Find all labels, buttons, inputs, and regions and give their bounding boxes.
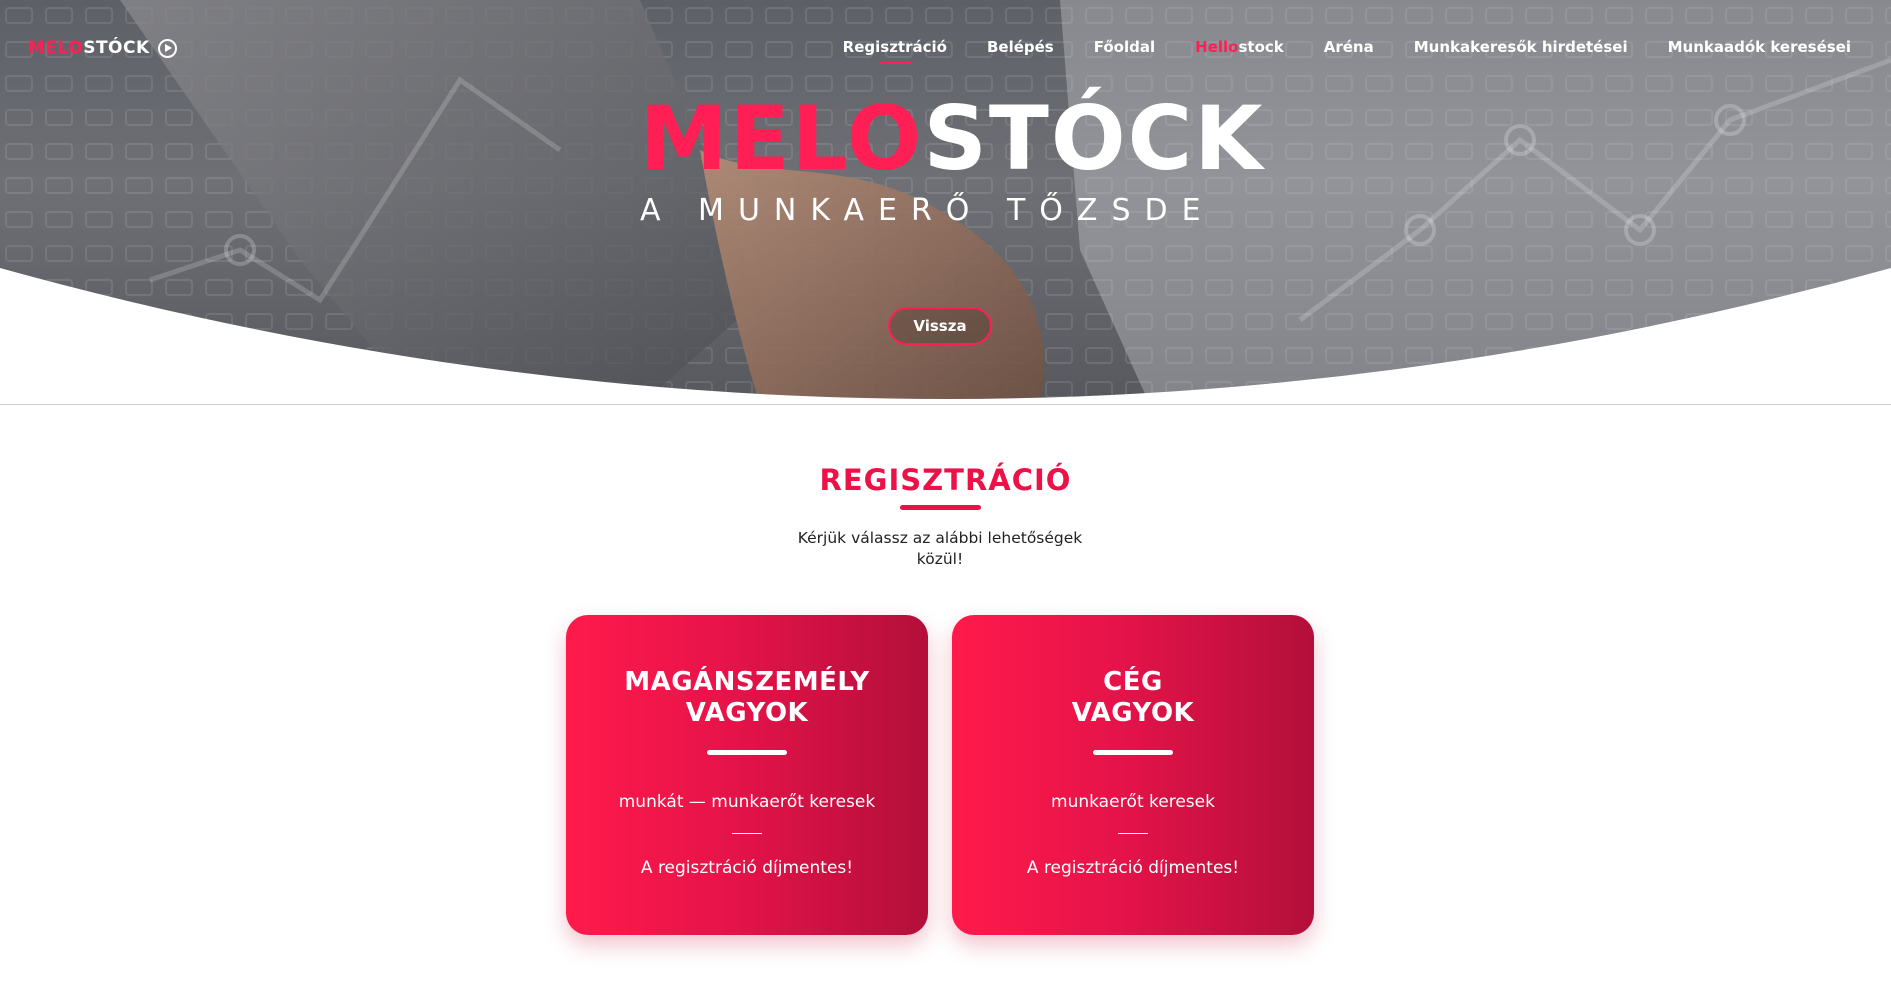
card-note: A regisztráció díjmentes!	[1026, 858, 1240, 878]
nav-item-hellostock[interactable]: Hellostock	[1195, 38, 1284, 56]
nav-item-belepes[interactable]: Belépés	[987, 38, 1054, 56]
hero-logo-title: MELOSTÓCK	[640, 95, 1262, 183]
nav-logo-white: STÓCK	[83, 38, 150, 58]
card-title-line2: VAGYOK	[685, 698, 809, 728]
nav-item-munkaadok[interactable]: Munkaadók keresései	[1668, 38, 1851, 56]
hero-divider	[0, 404, 1891, 405]
hero-logo-white: STÓCK	[923, 87, 1265, 190]
card-description: munkaerőt keresek	[1051, 792, 1215, 812]
nav-item-hellostock-rest: stock	[1238, 38, 1284, 56]
card-divider-bar	[707, 750, 787, 755]
card-title-line1: MAGÁNSZEMÉLY	[624, 667, 870, 697]
play-icon[interactable]	[158, 39, 177, 58]
card-title-line2: VAGYOK	[1071, 698, 1195, 728]
nav-logo[interactable]: MELO STÓCK	[28, 38, 150, 58]
main-nav: Regisztráció Belépés Főoldal Hellostock …	[843, 38, 1851, 64]
nav-item-munkakeresok[interactable]: Munkakeresők hirdetései	[1414, 38, 1628, 56]
back-button[interactable]: Vissza	[888, 307, 992, 345]
page-title: REGISZTRÁCIÓ	[819, 463, 1072, 497]
company-card[interactable]: CÉG VAGYOK munkaerőt keresek A regisztrá…	[952, 615, 1314, 935]
card-title: CÉG VAGYOK	[952, 667, 1314, 729]
private-person-card[interactable]: MAGÁNSZEMÉLY VAGYOK munkát — munkaerőt k…	[566, 615, 928, 935]
card-note: A regisztráció díjmentes!	[640, 858, 854, 878]
card-title: MAGÁNSZEMÉLY VAGYOK	[566, 667, 928, 729]
hero-logo: MELOSTÓCK A MUNKAERŐ TŐZSDE	[640, 95, 1262, 229]
title-underline	[900, 505, 981, 510]
card-dash	[732, 833, 762, 834]
card-description: munkát — munkaerőt keresek	[618, 792, 876, 812]
page-lead: Kérjük válassz az alábbi lehetőségek köz…	[797, 529, 1083, 568]
nav-item-hellostock-highlight: Hello	[1195, 38, 1239, 56]
hero-tagline: A MUNKAERŐ TŐZSDE	[640, 193, 1215, 228]
nav-item-fooldal[interactable]: Főoldal	[1094, 38, 1155, 56]
card-divider-bar	[1093, 750, 1173, 755]
card-dash	[1118, 833, 1148, 834]
nav-item-arena[interactable]: Aréna	[1324, 38, 1374, 56]
card-title-line1: CÉG	[1103, 667, 1163, 697]
hero-logo-red: MELO	[640, 87, 924, 190]
nav-item-regisztracio[interactable]: Regisztráció	[843, 38, 947, 64]
nav-logo-red: MELO	[28, 38, 84, 58]
